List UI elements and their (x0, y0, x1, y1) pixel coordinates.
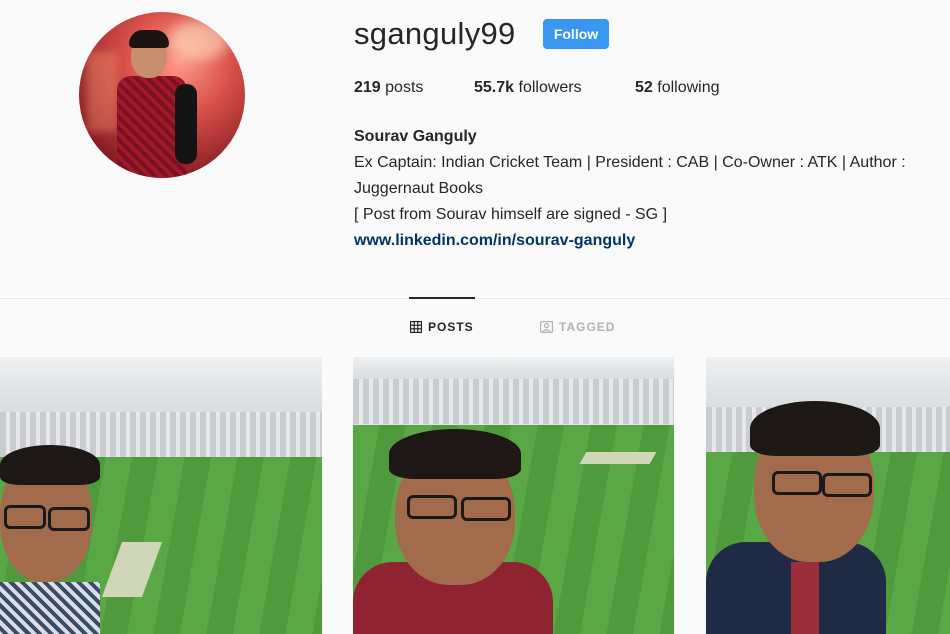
posts-count-value: 219 (354, 79, 381, 96)
followers-count-label: followers (514, 79, 582, 96)
posts-count: 219 posts (354, 79, 423, 97)
tag-icon (540, 321, 553, 333)
profile-bio: Sourav Ganguly Ex Captain: Indian Cricke… (354, 124, 950, 254)
followers-count-value: 55.7k (474, 79, 515, 96)
bio-line: Juggernaut Books (354, 180, 483, 197)
following-count-label: following (652, 79, 720, 96)
tabs-divider (0, 298, 950, 299)
following-link[interactable]: 52 following (635, 79, 720, 97)
tab-tagged[interactable]: TAGGED (540, 320, 615, 334)
posts-count-label: posts (380, 79, 424, 96)
tab-posts-label: POSTS (428, 320, 474, 334)
bio-line: [ Post from Sourav himself are signed - … (354, 206, 668, 223)
following-count-value: 52 (635, 79, 653, 96)
post-thumbnail[interactable] (0, 357, 322, 634)
grid-icon (410, 321, 422, 333)
bio-line: Ex Captain: Indian Cricket Team | Presid… (354, 154, 906, 171)
username: sganguly99 (354, 16, 516, 51)
active-tab-indicator (409, 297, 475, 299)
bio-website-link[interactable]: www.linkedin.com/in/sourav-ganguly (354, 228, 950, 254)
post-thumbnail[interactable] (706, 357, 950, 634)
full-name: Sourav Ganguly (354, 128, 477, 145)
followers-link[interactable]: 55.7k followers (474, 79, 582, 97)
tab-tagged-label: TAGGED (559, 320, 616, 334)
post-thumbnail[interactable] (353, 357, 674, 634)
tab-posts[interactable]: POSTS (410, 320, 474, 334)
follow-button[interactable]: Follow (543, 19, 609, 49)
profile-avatar[interactable] (79, 12, 245, 178)
